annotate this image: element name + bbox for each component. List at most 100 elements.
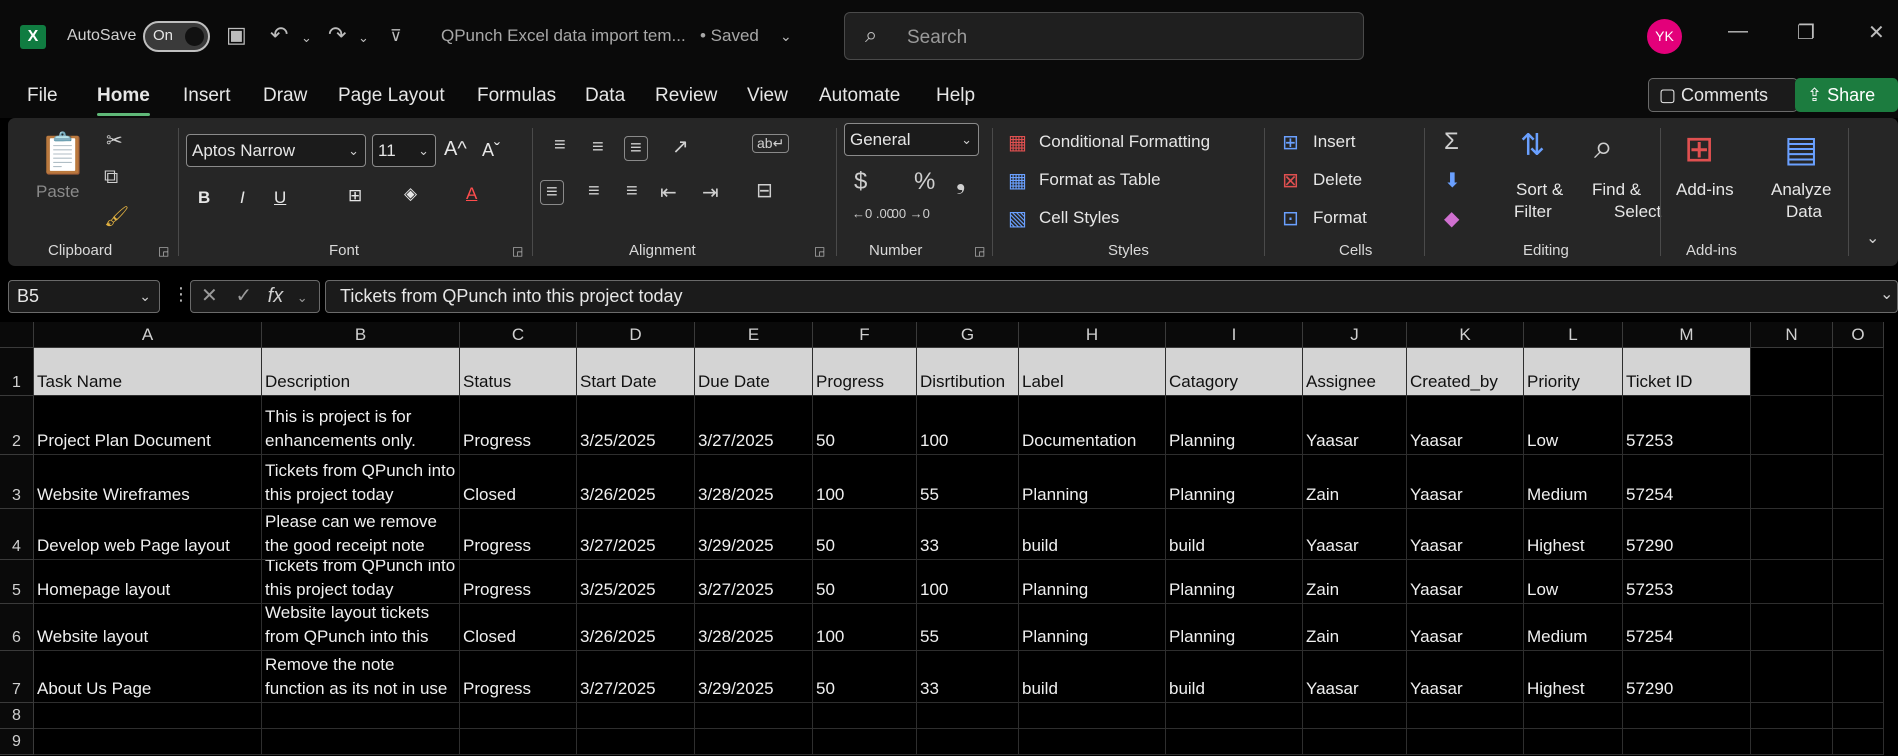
table-cell[interactable]: This is project is for enhancements only… — [262, 396, 460, 455]
table-cell[interactable]: About Us Page — [34, 651, 262, 703]
name-box[interactable]: B5 ⌄ — [8, 280, 160, 313]
table-cell[interactable]: 100 — [813, 604, 917, 651]
header-cell[interactable]: Description — [262, 348, 460, 396]
cell-styles-icon[interactable]: ▧ — [1008, 206, 1027, 231]
sort-filter-icon[interactable]: ⇅ — [1520, 128, 1545, 163]
table-cell[interactable]: Website layout — [34, 604, 262, 651]
restore-icon[interactable]: ❐ — [1797, 20, 1815, 45]
column-header-h[interactable]: H — [1019, 322, 1166, 348]
tab-draw[interactable]: Draw — [263, 85, 307, 107]
table-cell[interactable]: Medium — [1524, 604, 1623, 651]
cut-icon[interactable]: ✂ — [106, 128, 123, 153]
table-cell[interactable]: 50 — [813, 651, 917, 703]
table-cell[interactable]: Planning — [1019, 560, 1166, 604]
table-cell[interactable] — [1751, 651, 1833, 703]
close-icon[interactable]: ✕ — [1868, 20, 1885, 45]
spreadsheet-grid[interactable]: A B C D E F G H I J K L M N O 1 Task Name Description Stat… — [0, 322, 1898, 756]
table-cell[interactable] — [1524, 703, 1623, 729]
table-cell[interactable]: Tickets from QPunch into this project to… — [262, 455, 460, 509]
table-cell[interactable]: build — [1166, 509, 1303, 560]
align-left-icon[interactable]: ≡ — [540, 180, 564, 205]
table-cell[interactable]: 3/28/2025 — [695, 604, 813, 651]
table-cell[interactable]: Yaasar — [1407, 560, 1524, 604]
cancel-icon[interactable]: ✕ — [201, 285, 218, 307]
share-button[interactable]: ⇪ Share — [1795, 78, 1898, 112]
table-cell[interactable]: Homepage layout — [34, 560, 262, 604]
header-cell[interactable]: Catagory — [1166, 348, 1303, 396]
fill-color-icon[interactable]: ◈ — [404, 184, 417, 204]
alignment-launcher-icon[interactable]: ◲ — [814, 244, 825, 258]
formula-input[interactable]: Tickets from QPunch into this project to… — [325, 280, 1898, 313]
table-cell[interactable]: Planning — [1166, 604, 1303, 651]
table-cell[interactable] — [1833, 396, 1884, 455]
column-header-f[interactable]: F — [813, 322, 917, 348]
header-cell[interactable]: Task Name — [34, 348, 262, 396]
table-cell[interactable] — [34, 729, 262, 755]
title-chevron-down-icon[interactable]: ⌄ — [780, 28, 792, 45]
tab-data[interactable]: Data — [585, 85, 625, 107]
table-cell[interactable] — [1833, 703, 1884, 729]
number-format-select[interactable]: General ⌄ — [844, 123, 979, 156]
column-header-c[interactable]: C — [460, 322, 577, 348]
align-right-icon[interactable]: ≡ — [626, 180, 638, 203]
decrease-indent-icon[interactable]: ⇤ — [660, 180, 677, 205]
format-as-table-button[interactable]: Format as Table — [1039, 170, 1161, 190]
column-header-i[interactable]: I — [1166, 322, 1303, 348]
autosave-toggle[interactable]: On — [143, 21, 210, 52]
table-cell[interactable]: 3/28/2025 — [695, 455, 813, 509]
table-cell[interactable] — [1407, 729, 1524, 755]
table-cell[interactable]: Planning — [1019, 604, 1166, 651]
align-bottom-icon[interactable]: ≡ — [624, 136, 648, 161]
table-cell[interactable] — [1751, 455, 1833, 509]
table-cell[interactable]: Yaasar — [1407, 396, 1524, 455]
row-header[interactable]: 7 — [0, 651, 34, 703]
find-select-label-1[interactable]: Find & — [1592, 180, 1641, 200]
table-cell[interactable]: Yaasar — [1407, 509, 1524, 560]
header-cell[interactable]: Due Date — [695, 348, 813, 396]
table-cell[interactable] — [460, 703, 577, 729]
table-cell[interactable]: Zain — [1303, 560, 1407, 604]
find-select-icon[interactable]: ⌕ — [1594, 128, 1613, 167]
header-cell[interactable]: Disrtibution — [917, 348, 1019, 396]
row-header[interactable]: 6 — [0, 604, 34, 651]
table-cell[interactable] — [695, 729, 813, 755]
column-header-k[interactable]: K — [1407, 322, 1524, 348]
table-cell[interactable]: 57254 — [1623, 604, 1751, 651]
header-cell[interactable]: Label — [1019, 348, 1166, 396]
table-cell[interactable] — [1623, 703, 1751, 729]
table-cell[interactable] — [1166, 729, 1303, 755]
align-center-icon[interactable]: ≡ — [588, 180, 600, 203]
decrease-decimal-icon[interactable]: .00 →0 — [888, 206, 930, 221]
collapse-ribbon-icon[interactable]: ⌄ — [1866, 228, 1879, 248]
sort-filter-label-2[interactable]: Filter — [1514, 202, 1552, 222]
table-cell[interactable]: Progress — [460, 396, 577, 455]
bold-icon[interactable]: B — [198, 188, 210, 208]
table-cell[interactable]: 50 — [813, 509, 917, 560]
column-header-j[interactable]: J — [1303, 322, 1407, 348]
table-cell[interactable] — [1019, 729, 1166, 755]
analyze-data-label-2[interactable]: Data — [1786, 202, 1822, 222]
table-cell[interactable] — [34, 703, 262, 729]
currency-icon[interactable]: $ — [854, 168, 867, 196]
row-header[interactable]: 5 — [0, 560, 34, 604]
table-cell[interactable]: 3/25/2025 — [577, 396, 695, 455]
table-cell[interactable] — [1751, 560, 1833, 604]
table-cell[interactable] — [1833, 651, 1884, 703]
align-middle-icon[interactable]: ≡ — [592, 136, 604, 159]
redo-dropdown-icon[interactable]: ⌄ — [358, 30, 369, 46]
increase-font-icon[interactable]: A^ — [444, 138, 467, 161]
table-cell[interactable]: 55 — [917, 455, 1019, 509]
table-cell[interactable]: Remove the note function as its not in u… — [262, 651, 460, 703]
format-painter-icon[interactable]: 🖌 — [104, 204, 129, 229]
enter-icon[interactable]: ✓ — [235, 285, 252, 307]
clipboard-launcher-icon[interactable]: ◲ — [158, 244, 169, 258]
table-cell[interactable]: 3/27/2025 — [695, 560, 813, 604]
tab-file[interactable]: File — [27, 85, 58, 107]
tab-review[interactable]: Review — [655, 85, 717, 107]
saved-status[interactable]: • Saved — [700, 26, 759, 46]
cell-styles-button[interactable]: Cell Styles — [1039, 208, 1119, 228]
tab-automate[interactable]: Automate — [819, 85, 900, 107]
table-cell[interactable] — [1407, 703, 1524, 729]
table-cell[interactable]: Yaasar — [1303, 509, 1407, 560]
row-header[interactable]: 3 — [0, 455, 34, 509]
